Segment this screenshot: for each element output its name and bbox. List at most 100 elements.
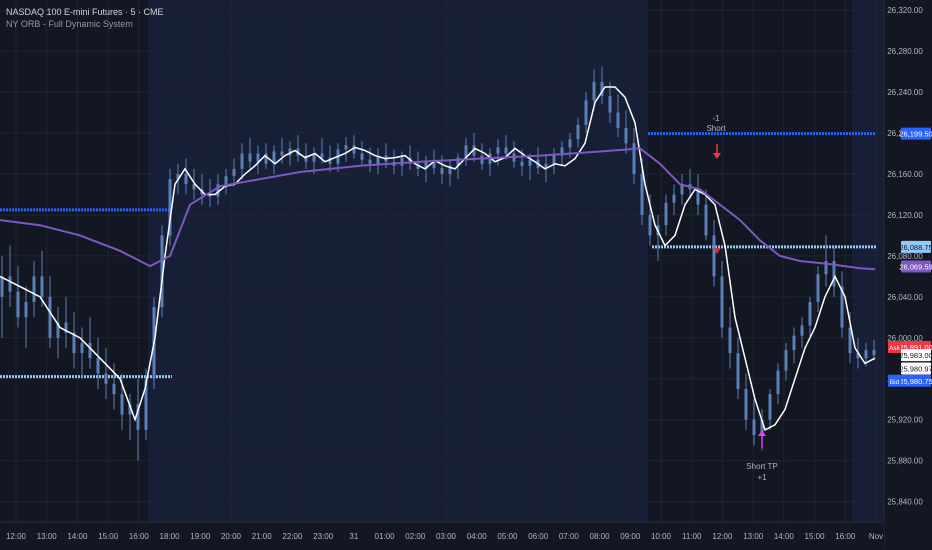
time-tick-label: 14:00 [67, 532, 88, 541]
time-tick-label: Nov [869, 532, 883, 541]
time-tick-label: 13:00 [37, 532, 58, 541]
candle-body [480, 155, 484, 164]
price-tick-label: 26,160.00 [887, 170, 923, 179]
candle-body [784, 350, 788, 371]
candle-body [648, 214, 652, 236]
late-session-shade [852, 0, 884, 522]
price-tick-label: 26,240.00 [887, 88, 923, 97]
price-tick-label: 26,280.00 [887, 47, 923, 56]
candle-body [504, 147, 508, 154]
time-tick-label: 13:00 [743, 532, 764, 541]
candle-body [872, 350, 876, 356]
price-label-text: 25,983.00 [899, 351, 932, 360]
price-tick-label: 26,320.00 [887, 6, 923, 15]
candle-body [792, 335, 796, 351]
price-tick-label: 25,880.00 [887, 457, 923, 466]
candle-body [8, 276, 12, 292]
price-tag-text: Bid [890, 379, 900, 386]
candle-body [528, 159, 532, 166]
candle-body [104, 373, 108, 384]
price-label-text: 26,199.50 [899, 130, 932, 139]
time-tick-label: 09:00 [620, 532, 641, 541]
short-qty-label: -1 [712, 114, 720, 123]
candle-body [256, 153, 260, 162]
indicator-name[interactable]: NY ORB - Full Dynamic System [6, 18, 164, 30]
time-tick-label: 31 [349, 532, 358, 541]
candle-body [728, 327, 732, 354]
candle-body [16, 291, 20, 318]
candle-body [232, 168, 236, 177]
candle-body [776, 370, 780, 395]
time-tick-label: 04:00 [467, 532, 488, 541]
candle-body [88, 342, 92, 359]
time-tick-label: 06:00 [528, 532, 549, 541]
overnight-session-shade [148, 0, 648, 522]
time-tick-label: 10:00 [651, 532, 672, 541]
candle-body [624, 127, 628, 144]
price-tick-label: 25,840.00 [887, 498, 923, 507]
candle-body [816, 274, 820, 302]
candle-body [120, 394, 124, 415]
time-tick-label: 07:00 [559, 532, 580, 541]
candle-body [800, 325, 804, 336]
candle-body [568, 139, 572, 148]
candle-body [496, 147, 500, 154]
tp-arrow-head [758, 430, 766, 436]
candle-body [744, 388, 748, 420]
candle-body [712, 235, 716, 277]
symbol-title[interactable]: NASDAQ 100 E-mini Futures · 5 · CME [6, 6, 164, 18]
time-tick-label: 18:00 [160, 532, 181, 541]
candle-body [360, 153, 364, 160]
short-label: Short [706, 124, 726, 133]
candle-body [752, 419, 756, 435]
candle-body [864, 350, 868, 359]
price-chart[interactable]: -1Short Short TP +1 26,320.00 26,280.00 26,24… [0, 0, 932, 550]
tp-qty-label: +1 [757, 473, 767, 482]
time-tick-label: 08:00 [590, 532, 611, 541]
candle-body [48, 296, 52, 338]
time-tick-label: 16:00 [129, 532, 150, 541]
time-tick-label: 14:00 [774, 532, 795, 541]
candle-body [368, 159, 372, 164]
candle-body [736, 353, 740, 389]
candle-body [704, 204, 708, 236]
candle-body [24, 301, 28, 318]
candle-body [808, 301, 812, 326]
candle-body [112, 383, 116, 395]
time-tick-label: 22:00 [282, 532, 303, 541]
time-tick-label: 02:00 [405, 532, 426, 541]
candle-body [616, 112, 620, 128]
tp-label: Short TP [746, 462, 777, 471]
time-tick-label: 01:00 [375, 532, 396, 541]
time-tick-label: 21:00 [252, 532, 273, 541]
candle-body [576, 124, 580, 140]
price-tick-label: 26,120.00 [887, 211, 923, 220]
time-tick-label: 23:00 [313, 532, 334, 541]
price-axis-bg [884, 0, 932, 550]
candle-body [520, 161, 524, 166]
candle-body [664, 202, 668, 226]
time-tick-label: 12:00 [6, 532, 27, 541]
candle-body [440, 167, 444, 174]
candle-body [32, 276, 36, 302]
price-label-text: 26,069.59 [899, 263, 932, 272]
price-label-text: 26,088.75 [899, 243, 932, 252]
candle-body [552, 155, 556, 164]
candle-body [96, 358, 100, 374]
trading-chart-app: -1 Short Short TP +1 26,320.00 26,280.00 26,24… [0, 0, 932, 550]
candle-body [0, 276, 4, 297]
time-tick-label: 11:00 [682, 532, 702, 541]
chart-legend: NASDAQ 100 E-mini Futures · 5 · CME NY O… [6, 6, 164, 30]
candle-body [400, 157, 404, 166]
time-tick-label: 20:00 [221, 532, 242, 541]
candle-body [344, 145, 348, 150]
price-tick-label: 26,040.00 [887, 293, 923, 302]
candle-body [184, 174, 188, 185]
time-tick-label: 05:00 [497, 532, 518, 541]
time-tick-label: 15:00 [98, 532, 119, 541]
candle-body [224, 176, 228, 185]
short-arrow-head [713, 153, 721, 159]
price-tick-label: 25,920.00 [887, 416, 923, 425]
candle-body [592, 81, 596, 101]
candle-body [320, 153, 324, 158]
